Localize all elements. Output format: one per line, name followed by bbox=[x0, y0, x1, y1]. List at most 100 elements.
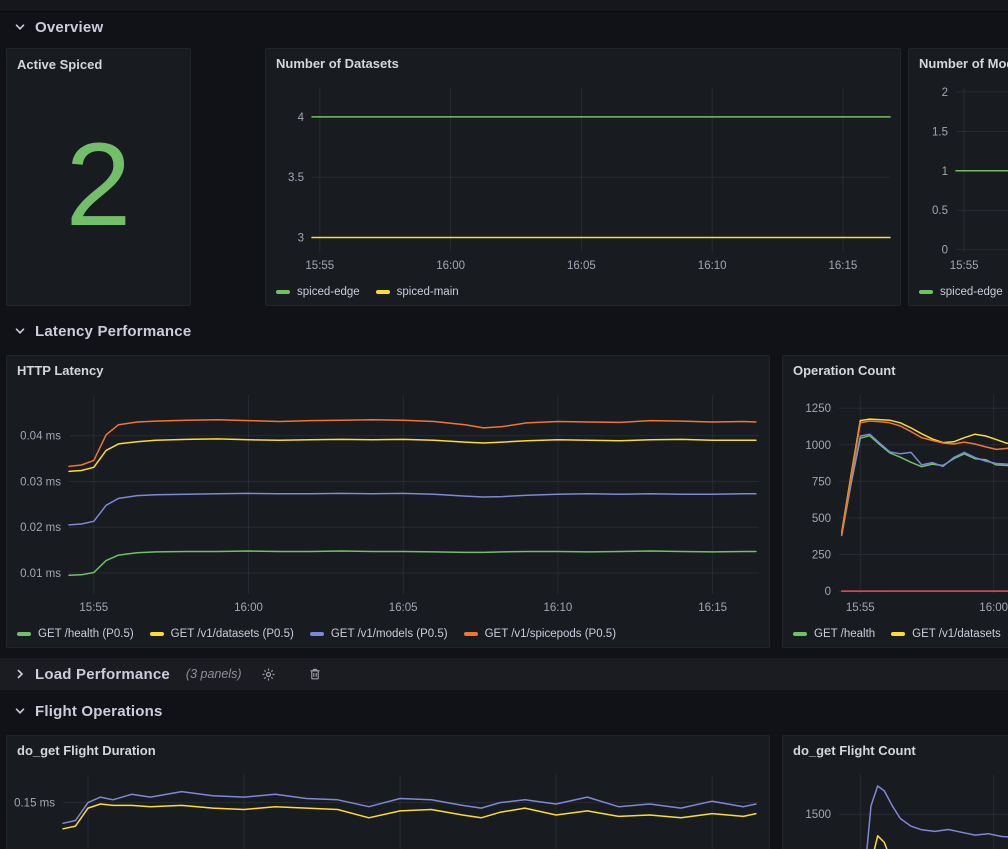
svg-text:0: 0 bbox=[942, 245, 948, 257]
legend-label: GET /v1/datasets (P0.5) bbox=[171, 628, 294, 640]
legend-item[interactable]: GET /v1/models (P0.5) bbox=[310, 628, 448, 640]
panel-title[interactable]: Number of Models bbox=[909, 49, 1008, 78]
panel-http-latency: HTTP Latency 0.01 ms 0.02 ms 0.03 ms 0.04 m… bbox=[6, 355, 770, 648]
operation-count-chart[interactable]: 02505007501000125015:5516:0016:05 bbox=[783, 385, 1008, 621]
legend-item[interactable]: GET /health (P0.5) bbox=[17, 628, 134, 640]
chart-legend: spiced-edge spiced-main bbox=[266, 279, 900, 305]
top-toolbar-edge bbox=[0, 0, 1008, 12]
section-title: Flight Operations bbox=[35, 703, 163, 720]
legend-item[interactable]: GET /v1/datasets bbox=[891, 628, 1001, 640]
svg-text:750: 750 bbox=[812, 477, 831, 489]
legend-item[interactable]: spiced-main bbox=[376, 286, 459, 298]
legend-swatch-icon bbox=[793, 632, 807, 636]
panels-count: (3 panels) bbox=[186, 667, 242, 681]
svg-text:16:10: 16:10 bbox=[544, 602, 573, 614]
legend-swatch-icon bbox=[276, 290, 290, 294]
row-delete-button[interactable] bbox=[302, 663, 328, 685]
panel-title[interactable]: do_get Flight Count bbox=[783, 736, 1008, 765]
svg-text:4: 4 bbox=[298, 112, 305, 124]
svg-text:16:05: 16:05 bbox=[567, 260, 596, 272]
panel-active-spiced: Active Spiced 2 bbox=[6, 48, 191, 306]
section-title: Overview bbox=[35, 19, 103, 36]
svg-text:1250: 1250 bbox=[805, 404, 831, 416]
svg-text:0.01 ms: 0.01 ms bbox=[20, 568, 61, 580]
legend-swatch-icon bbox=[376, 290, 390, 294]
svg-text:0.5: 0.5 bbox=[932, 206, 948, 218]
legend-label: GET /v1/datasets bbox=[912, 628, 1001, 640]
section-title: Latency Performance bbox=[35, 323, 191, 340]
svg-text:16:05: 16:05 bbox=[389, 602, 418, 614]
legend-label: spiced-edge bbox=[940, 286, 1003, 298]
legend-swatch-icon bbox=[919, 290, 933, 294]
gear-icon bbox=[267, 672, 271, 676]
svg-text:2: 2 bbox=[942, 87, 948, 99]
legend-item[interactable]: spiced-edge bbox=[276, 286, 360, 298]
section-header-latency-performance[interactable]: Latency Performance bbox=[0, 316, 1008, 346]
chevron-down-icon bbox=[13, 325, 27, 337]
svg-text:15:55: 15:55 bbox=[79, 602, 108, 614]
legend-label: spiced-main bbox=[397, 286, 459, 298]
section-title: Load Performance bbox=[35, 666, 170, 683]
svg-text:250: 250 bbox=[812, 550, 831, 562]
svg-text:16:00: 16:00 bbox=[979, 602, 1008, 614]
legend-label: spiced-edge bbox=[297, 286, 360, 298]
svg-text:16:00: 16:00 bbox=[436, 260, 465, 272]
stat-value: 2 bbox=[7, 79, 190, 305]
chart-legend: GET /healthGET /v1/datasetsGET /v1/model… bbox=[783, 621, 1008, 647]
flight-count-chart[interactable]: 5001000150015:5516:0016:05 bbox=[783, 765, 1008, 849]
legend-label: GET /health bbox=[814, 628, 875, 640]
panel-title[interactable]: do_get Flight Duration bbox=[7, 736, 769, 765]
legend-item[interactable]: GET /v1/spicepods (P0.5) bbox=[464, 628, 616, 640]
models-chart[interactable]: 00.511.5215:5516:0016:05 bbox=[909, 78, 1008, 279]
legend-swatch-icon bbox=[891, 632, 905, 636]
section-header-load-performance[interactable]: Load Performance (3 panels) bbox=[0, 658, 1008, 690]
svg-text:0.15 ms: 0.15 ms bbox=[14, 798, 55, 810]
svg-text:0.04 ms: 0.04 ms bbox=[20, 431, 61, 443]
legend-item[interactable]: GET /health bbox=[793, 628, 875, 640]
svg-text:0.02 ms: 0.02 ms bbox=[20, 523, 61, 535]
legend-label: GET /v1/spicepods (P0.5) bbox=[485, 628, 616, 640]
svg-text:16:10: 16:10 bbox=[698, 260, 727, 272]
svg-text:0: 0 bbox=[825, 587, 831, 599]
svg-text:16:00: 16:00 bbox=[234, 602, 263, 614]
datasets-chart[interactable]: 33.5415:5516:0016:0516:1016:15 bbox=[266, 78, 900, 279]
chevron-right-icon bbox=[13, 668, 27, 680]
panel-operation-count: Operation Count 0 250 500 750 1000 1250 15:55 1… bbox=[782, 355, 1008, 648]
http-latency-chart[interactable]: 0.01 ms 0.02 ms 0.03 ms 0.04 ms 15:55 16:00 16… bbox=[7, 385, 769, 621]
svg-text:1.5: 1.5 bbox=[932, 127, 948, 139]
legend-item[interactable]: GET /v1/datasets (P0.5) bbox=[150, 628, 294, 640]
chevron-down-icon bbox=[13, 21, 27, 33]
chevron-down-icon bbox=[13, 705, 27, 717]
svg-text:15:55: 15:55 bbox=[846, 602, 875, 614]
panel-do-get-flight-duration: do_get Flight Duration 0.05 ms0.10 ms0.1… bbox=[6, 735, 770, 849]
svg-text:500: 500 bbox=[812, 513, 831, 525]
svg-text:0.03 ms: 0.03 ms bbox=[20, 477, 61, 489]
section-header-flight-operations[interactable]: Flight Operations bbox=[0, 696, 1008, 726]
svg-text:1500: 1500 bbox=[805, 810, 831, 822]
panel-title[interactable]: HTTP Latency bbox=[7, 356, 769, 385]
panel-number-of-datasets: Number of Datasets 33.5415:5516:0016:051… bbox=[265, 48, 901, 306]
svg-text:3: 3 bbox=[298, 233, 304, 245]
section-header-overview[interactable]: Overview bbox=[0, 12, 1008, 42]
legend-label: GET /v1/models (P0.5) bbox=[331, 628, 448, 640]
panel-title[interactable]: Active Spiced bbox=[7, 49, 190, 79]
legend-item[interactable]: spiced-edge bbox=[919, 286, 1003, 298]
legend-swatch-icon bbox=[310, 632, 324, 636]
svg-text:16:15: 16:15 bbox=[829, 260, 858, 272]
svg-text:1: 1 bbox=[942, 166, 948, 178]
legend-swatch-icon bbox=[464, 632, 478, 636]
panel-do-get-flight-count: do_get Flight Count 5001000150015:5516:0… bbox=[782, 735, 1008, 849]
svg-text:1000: 1000 bbox=[805, 440, 831, 452]
svg-text:15:55: 15:55 bbox=[305, 260, 334, 272]
panel-title[interactable]: Number of Datasets bbox=[266, 49, 900, 78]
legend-swatch-icon bbox=[150, 632, 164, 636]
flight-duration-chart[interactable]: 0.05 ms0.10 ms0.15 ms15:5516:0016:0516:1… bbox=[7, 765, 769, 849]
svg-text:15:55: 15:55 bbox=[950, 260, 979, 272]
panel-title[interactable]: Operation Count bbox=[783, 356, 1008, 385]
trash-icon bbox=[308, 667, 322, 681]
legend-label: GET /health (P0.5) bbox=[38, 628, 134, 640]
chart-legend: GET /health (P0.5) GET /v1/datasets (P0.5… bbox=[7, 621, 769, 647]
chart-legend: spiced-edge bbox=[909, 279, 1008, 305]
row-settings-button[interactable] bbox=[256, 663, 282, 685]
svg-text:16:15: 16:15 bbox=[698, 602, 727, 614]
